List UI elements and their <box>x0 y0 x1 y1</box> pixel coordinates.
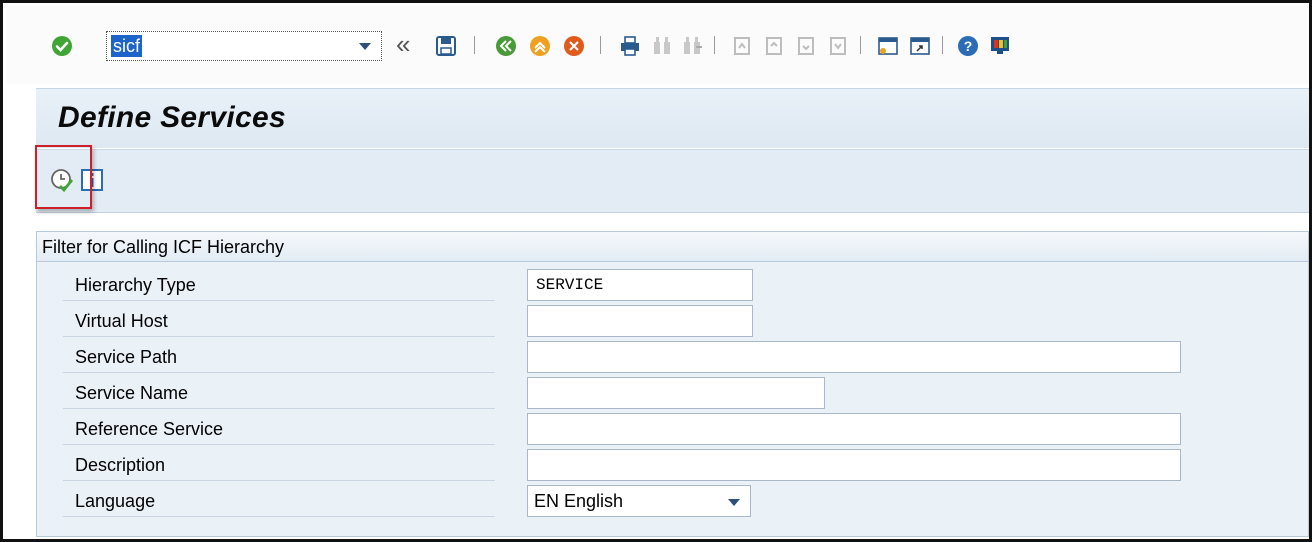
row-divider <box>63 408 495 409</box>
field-label: Description <box>75 455 166 475</box>
save-icon[interactable] <box>434 34 458 58</box>
toolbar-separator <box>942 36 943 54</box>
hierarchy-type-input[interactable]: SERVICE <box>527 269 753 301</box>
toolbar-separator <box>860 36 861 54</box>
application-toolbar <box>36 149 1309 213</box>
toolbar-separator <box>714 36 715 54</box>
command-field[interactable]: sicf <box>106 31 382 61</box>
title-bar: Define Services <box>36 88 1309 148</box>
generate-shortcut-icon[interactable] <box>908 34 932 58</box>
print-icon[interactable] <box>618 34 642 58</box>
row-divider <box>63 300 495 301</box>
row-divider <box>63 372 495 373</box>
field-row-hierarchy-type: Hierarchy Type SERVICE <box>63 266 1263 302</box>
field-label: Service Path <box>75 347 178 367</box>
field-row-reference-service: Reference Service <box>63 410 1263 446</box>
virtual-host-input[interactable] <box>527 305 753 337</box>
row-divider <box>63 516 495 517</box>
cancel-icon[interactable] <box>562 34 586 58</box>
description-input[interactable] <box>527 449 1181 481</box>
field-label: Reference Service <box>75 419 224 439</box>
sap-window: sicf « ? Define Services Filter for Call… <box>0 0 1312 542</box>
language-dropdown[interactable]: EN English <box>527 485 751 517</box>
last-page-icon <box>826 34 850 58</box>
row-divider <box>63 336 495 337</box>
field-row-service-path: Service Path <box>63 338 1263 374</box>
field-label: Service Name <box>75 383 189 403</box>
next-page-icon <box>794 34 818 58</box>
filter-groupbox: Filter for Calling ICF Hierarchy Hierarc… <box>36 231 1309 537</box>
execute-highlight-box <box>35 145 92 209</box>
toolbar-separator <box>474 36 475 54</box>
previous-page-icon <box>762 34 786 58</box>
expand-chevron-icon[interactable]: « <box>396 29 410 59</box>
group-title: Filter for Calling ICF Hierarchy <box>37 232 1308 262</box>
system-toolbar: sicf « ? <box>6 6 1309 84</box>
reference-service-input[interactable] <box>527 413 1181 445</box>
field-label: Language <box>75 491 156 511</box>
find-next-icon <box>680 34 704 58</box>
toolbar-separator <box>600 36 601 54</box>
first-page-icon <box>730 34 754 58</box>
chevron-down-icon[interactable] <box>728 499 740 506</box>
find-icon <box>650 34 674 58</box>
row-divider <box>63 444 495 445</box>
chevron-down-icon[interactable] <box>359 43 371 50</box>
field-row-description: Description <box>63 446 1263 482</box>
page-title: Define Services <box>58 101 286 134</box>
svg-text:?: ? <box>964 38 973 54</box>
field-label: Hierarchy Type <box>75 275 196 295</box>
field-row-virtual-host: Virtual Host <box>63 302 1263 338</box>
field-row-language: Language EN English <box>63 482 1263 518</box>
language-value: EN English <box>534 491 624 511</box>
back-icon[interactable] <box>494 34 518 58</box>
help-icon[interactable]: ? <box>956 34 980 58</box>
row-divider <box>63 480 495 481</box>
field-row-service-name: Service Name <box>63 374 1263 410</box>
command-field-text[interactable]: sicf <box>111 35 142 57</box>
field-label: Virtual Host <box>75 311 168 331</box>
enter-checkmark-icon[interactable] <box>50 34 74 58</box>
service-path-input[interactable] <box>527 341 1181 373</box>
service-name-input[interactable] <box>527 377 825 409</box>
exit-icon[interactable] <box>528 34 552 58</box>
create-session-icon[interactable] <box>876 34 900 58</box>
customize-layout-icon[interactable] <box>988 34 1012 58</box>
